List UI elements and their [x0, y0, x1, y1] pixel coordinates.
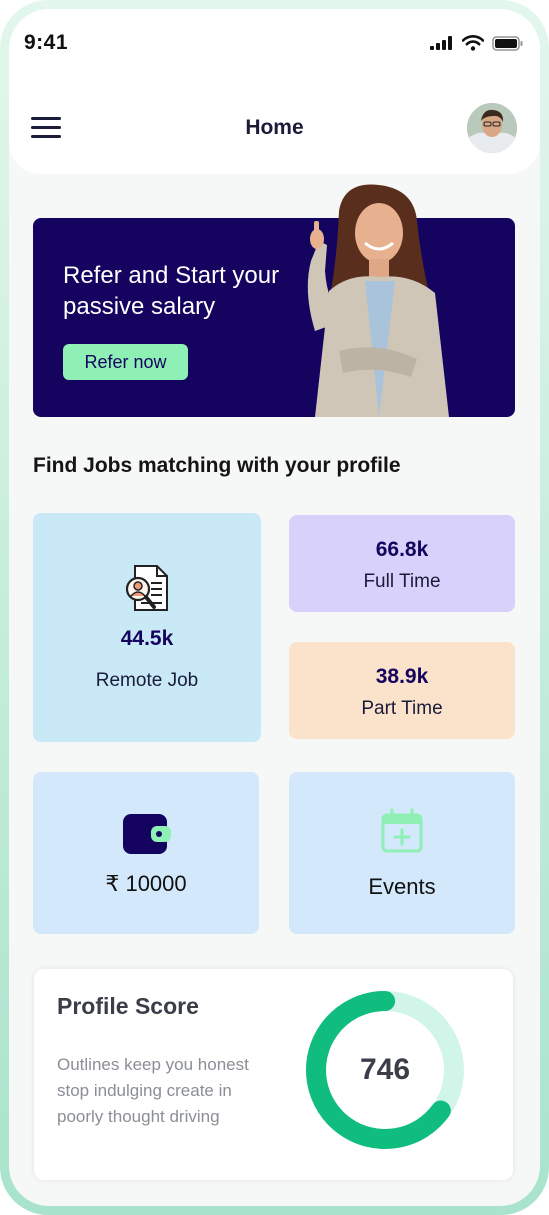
- battery-icon: [492, 35, 523, 51]
- page-title: Home: [245, 116, 304, 139]
- status-icons: [430, 35, 524, 51]
- profile-avatar[interactable]: [467, 103, 517, 153]
- profile-score-title: Profile Score: [57, 993, 199, 1019]
- wallet-card[interactable]: ₹ 10000: [33, 772, 259, 934]
- phone-frame: 9:41 Home Refer and Start your passive s…: [0, 0, 549, 1215]
- avatar-image: [467, 103, 517, 153]
- banner-woman-illustration: [307, 184, 449, 417]
- part-time-label: Part Time: [361, 698, 443, 719]
- remote-job-count: 44.5k: [120, 627, 174, 650]
- top-bar: 9:41 Home: [9, 9, 540, 174]
- part-time-count: 38.9k: [375, 665, 429, 688]
- remote-job-card[interactable]: 44.5k Remote Job: [33, 513, 261, 742]
- banner-title: Refer and Start your passive salary: [63, 262, 280, 320]
- full-time-card[interactable]: 66.8k Full Time: [289, 515, 515, 612]
- profile-score-description: Outlines keep you honest stop indulging …: [57, 1055, 249, 1126]
- app-screen: 9:41 Home Refer and Start your passive s…: [9, 9, 540, 1206]
- calendar-plus-icon: [381, 808, 423, 853]
- wallet-icon: [123, 814, 171, 854]
- wifi-icon: [462, 35, 484, 51]
- status-time: 9:41: [24, 31, 69, 54]
- refer-now-button[interactable]: Refer now: [63, 344, 188, 380]
- document-search-icon: [125, 565, 168, 611]
- signal-icon: [430, 36, 452, 50]
- wallet-amount: ₹ 10000: [105, 871, 187, 896]
- section-heading: Find Jobs matching with your profile: [33, 454, 401, 477]
- events-label: Events: [368, 874, 436, 899]
- events-card[interactable]: Events: [289, 772, 515, 934]
- profile-score-value: 746: [359, 1053, 411, 1086]
- full-time-count: 66.8k: [375, 538, 429, 561]
- full-time-label: Full Time: [363, 571, 441, 592]
- remote-job-label: Remote Job: [95, 670, 199, 691]
- part-time-card[interactable]: 38.9k Part Time: [289, 642, 515, 739]
- profile-score-card[interactable]: Profile Score Outlines keep you honest s…: [34, 969, 513, 1180]
